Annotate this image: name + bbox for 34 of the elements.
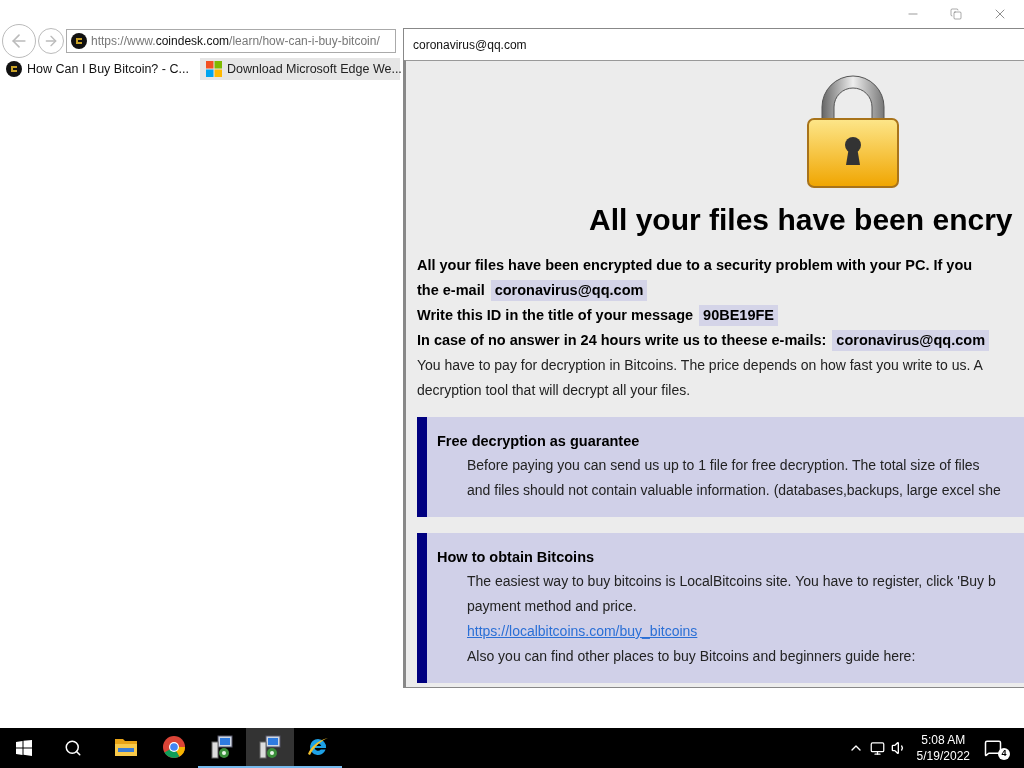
highlighted-value: coronavirus@qq.com [490, 279, 648, 302]
panel-title: Free decryption as guarantee [437, 432, 640, 452]
highlighted-value: 90BE19FE [699, 304, 779, 327]
clock[interactable]: 5:08 AM 5/19/2022 [916, 732, 970, 764]
windows-start-icon[interactable] [16, 740, 32, 756]
panel-text: and files should not contain valuable information. (databases,backups, large excel she [467, 481, 1001, 500]
arrow-right-icon [43, 33, 59, 49]
chrome-logo-icon [162, 735, 186, 759]
note-text: You have to pay for decryption in Bitcoins. The price depends on how fast you write to us. A [417, 356, 983, 375]
note-heading: All your files have been encry [589, 203, 1013, 236]
address-bar[interactable]: https://www.coindesk.com/learn/how-can-i-buy-bitcoin/ [66, 29, 396, 53]
note-text: All your files have been encrypted due to a security problem with your PC. If you [417, 255, 973, 275]
highlighted-value: coronavirus@qq.com [832, 329, 990, 352]
coin-logo-icon [71, 33, 87, 49]
panel-text: The easiest way to buy bitcoins is LocalBitcoins site. You have to register, click 'Buy b [467, 572, 996, 591]
coin-logo-icon [6, 61, 22, 77]
note-text: In case of no answer in 24 hours write us to theese e-mails: [417, 330, 827, 350]
note-text: Write this ID in the title of your message [417, 305, 694, 325]
folder-icon [114, 737, 138, 757]
network-icon[interactable] [869, 740, 885, 756]
panel-title: How to obtain Bitcoins [437, 548, 595, 568]
installer-icon [209, 734, 235, 760]
note-text: the e-mail [417, 280, 485, 300]
panel-text: Before paying you can send us up to 1 file for free decryption. The total size of files [467, 456, 980, 475]
padlock-icon [806, 75, 900, 189]
note-text: decryption tool that will decrypt all your files. [417, 381, 691, 400]
search-icon[interactable] [64, 739, 82, 757]
windows-logo-icon [206, 61, 222, 77]
panel-text: payment method and price. [467, 597, 637, 616]
installer-icon [257, 734, 283, 760]
browser-tab[interactable]: Download Microsoft Edge We... [200, 58, 400, 80]
window-title: coronavirus@qq.com [413, 36, 527, 54]
taskbar-app[interactable] [246, 728, 294, 768]
panel-text: Also you can find other places to buy Bitcoins and beginners guide here: [467, 647, 916, 666]
